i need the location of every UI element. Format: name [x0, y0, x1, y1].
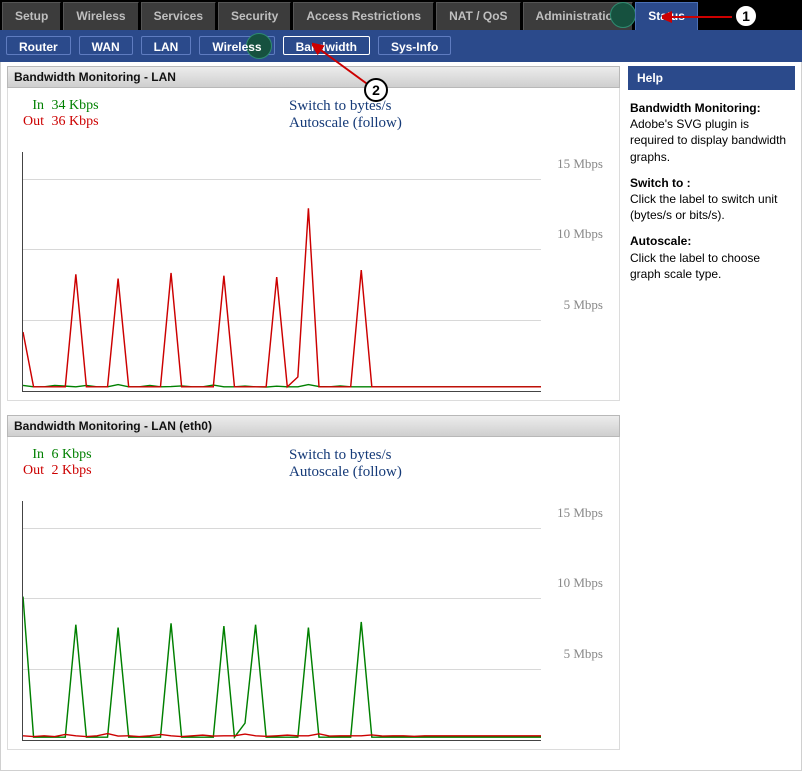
- help-bm-heading: Bandwidth Monitoring:: [630, 100, 793, 116]
- subtab-wan[interactable]: WAN: [79, 36, 133, 55]
- sub-nav: Router WAN LAN Wireless Bandwidth Sys-In…: [0, 30, 802, 62]
- subtab-router[interactable]: Router: [6, 36, 71, 55]
- ylabel-10: 10 Mbps: [557, 575, 603, 591]
- help-bm-text: Adobe's SVG plugin is required to displa…: [630, 117, 786, 163]
- legend-eth0: In 6 Kbps Out 2 Kbps: [18, 447, 96, 481]
- panel-lan-title: Bandwidth Monitoring - LAN: [7, 66, 620, 88]
- tab-wireless[interactable]: Wireless: [63, 2, 138, 30]
- tab-status[interactable]: Status: [635, 2, 698, 30]
- autoscale-lan[interactable]: Autoscale (follow): [289, 115, 609, 132]
- help-sw-heading: Switch to :: [630, 175, 793, 191]
- tab-setup[interactable]: Setup: [2, 2, 61, 30]
- switch-unit-lan[interactable]: Switch to bytes/s: [289, 98, 609, 115]
- subtab-wireless[interactable]: Wireless: [199, 36, 274, 55]
- ylabel-10: 10 Mbps: [557, 226, 603, 242]
- callout-1: 1: [734, 4, 758, 28]
- chart-eth0: 15 Mbps 10 Mbps 5 Mbps: [22, 501, 541, 741]
- help-as-heading: Autoscale:: [630, 233, 793, 249]
- help-sidebar: Help Bandwidth Monitoring: Adobe's SVG p…: [626, 62, 801, 770]
- ylabel-5: 5 Mbps: [564, 646, 603, 662]
- ylabel-5: 5 Mbps: [564, 297, 603, 313]
- help-sw-text: Click the label to switch unit (bytes/s …: [630, 192, 777, 222]
- subtab-sysinfo[interactable]: Sys-Info: [378, 36, 451, 55]
- chart-lan: 15 Mbps 10 Mbps 5 Mbps: [22, 152, 541, 392]
- subtab-bandwidth[interactable]: Bandwidth: [283, 36, 370, 55]
- subtab-lan[interactable]: LAN: [141, 36, 192, 55]
- legend-lan: In 34 Kbps Out 36 Kbps: [18, 98, 103, 132]
- help-title: Help: [628, 66, 795, 90]
- help-as-text: Click the label to choose graph scale ty…: [630, 251, 760, 281]
- panel-lan: Bandwidth Monitoring - LAN In 34 Kbps Ou…: [7, 66, 620, 401]
- tab-security[interactable]: Security: [218, 2, 291, 30]
- tab-administration[interactable]: Administration: [523, 2, 634, 30]
- panel-eth0-title: Bandwidth Monitoring - LAN (eth0): [7, 415, 620, 437]
- chart-lan-svg: [23, 152, 541, 391]
- switch-unit-eth0[interactable]: Switch to bytes/s: [289, 447, 609, 464]
- top-nav: Setup Wireless Services Security Access …: [0, 0, 802, 30]
- tab-nat-qos[interactable]: NAT / QoS: [436, 2, 520, 30]
- tab-access-restrictions[interactable]: Access Restrictions: [293, 2, 434, 30]
- autoscale-eth0[interactable]: Autoscale (follow): [289, 464, 609, 481]
- ylabel-15: 15 Mbps: [557, 156, 603, 172]
- callout-2: 2: [364, 78, 388, 102]
- chart-eth0-svg: [23, 501, 541, 740]
- tab-services[interactable]: Services: [141, 2, 216, 30]
- ylabel-15: 15 Mbps: [557, 505, 603, 521]
- main-content: Bandwidth Monitoring - LAN In 34 Kbps Ou…: [1, 62, 626, 770]
- panel-eth0: Bandwidth Monitoring - LAN (eth0) In 6 K…: [7, 415, 620, 750]
